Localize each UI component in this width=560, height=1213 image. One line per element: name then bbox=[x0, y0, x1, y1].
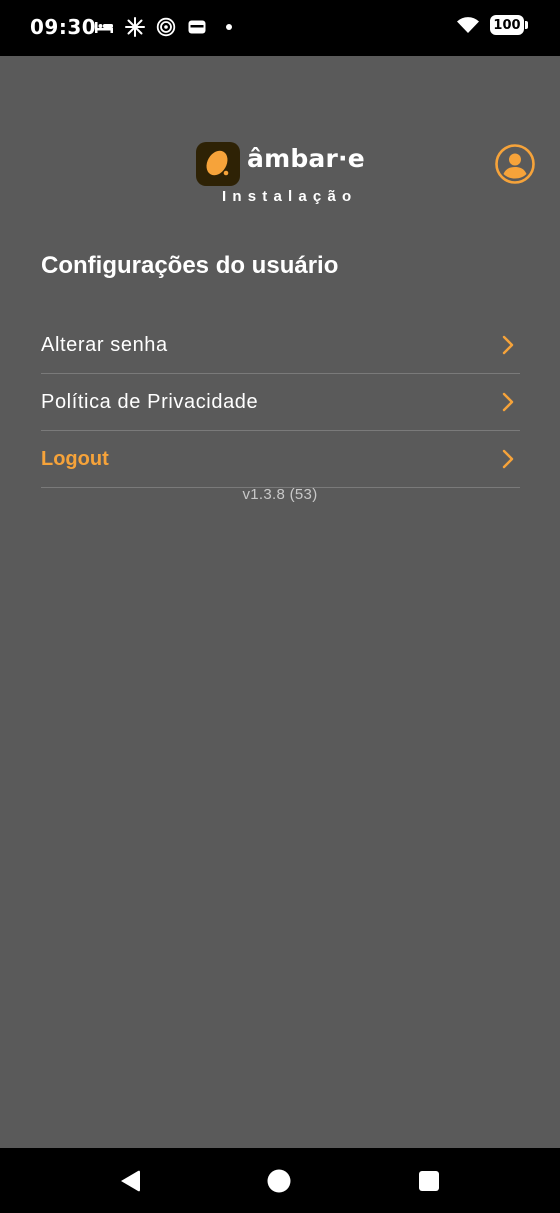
app-version: v1.3.8 (53) bbox=[242, 486, 318, 503]
notification-dot-icon bbox=[226, 24, 232, 30]
status-bar: 09:30 100 bbox=[0, 0, 560, 56]
status-time: 09:30 bbox=[30, 15, 97, 39]
status-icons-left bbox=[94, 17, 232, 37]
brand-name: âmbar·e bbox=[247, 144, 365, 173]
menu-item-label: Logout bbox=[41, 447, 109, 470]
chevron-right-icon bbox=[502, 392, 514, 412]
chevron-right-icon bbox=[502, 449, 514, 469]
menu-item-label: Política de Privacidade bbox=[41, 390, 259, 413]
ambar-logo-icon bbox=[196, 142, 240, 186]
account-circle-icon bbox=[495, 144, 535, 184]
status-icons-right: 100 bbox=[456, 15, 528, 35]
sparkle-icon bbox=[125, 17, 145, 37]
privacy-policy-item[interactable]: Política de Privacidade bbox=[41, 374, 520, 431]
back-icon[interactable] bbox=[117, 1168, 143, 1194]
bed-icon bbox=[95, 22, 113, 33]
wallet-icon bbox=[188, 20, 206, 34]
navigation-bar bbox=[0, 1148, 560, 1213]
app-subtitle: Instalação bbox=[222, 188, 358, 205]
logout-item[interactable]: Logout bbox=[41, 431, 520, 488]
change-password-item[interactable]: Alterar senha bbox=[41, 317, 520, 374]
page-title: Configurações do usuário bbox=[41, 252, 339, 279]
hotspot-icon bbox=[156, 17, 176, 37]
chevron-right-icon bbox=[502, 335, 514, 355]
app-logo: âmbar·e Instalação bbox=[196, 142, 365, 205]
battery-icon: 100 bbox=[490, 15, 528, 35]
settings-screen: 09:30 100 âmbar·e Instalação Configuraçõ… bbox=[0, 0, 560, 1213]
menu-item-label: Alterar senha bbox=[41, 333, 168, 356]
profile-button[interactable] bbox=[494, 143, 536, 185]
logo-text: âmbar·e bbox=[247, 146, 365, 172]
wifi-icon bbox=[457, 17, 479, 33]
settings-menu: Alterar senha Política de Privacidade Lo… bbox=[41, 317, 520, 488]
home-icon[interactable] bbox=[266, 1168, 292, 1194]
recents-icon[interactable] bbox=[416, 1168, 442, 1194]
